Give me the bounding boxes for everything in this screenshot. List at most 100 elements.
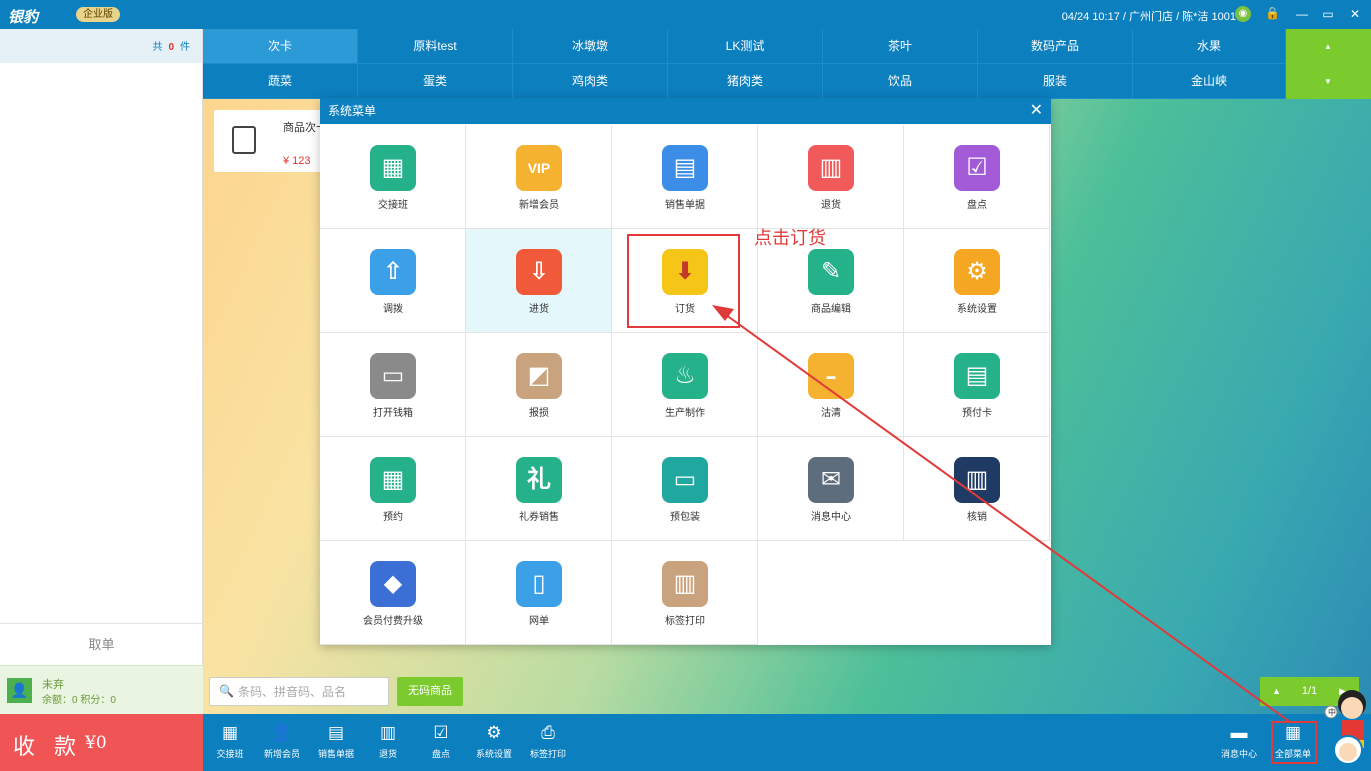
mascot-image: 中: [1324, 690, 1366, 765]
message-icon: ▬: [1230, 723, 1248, 742]
bottom-toolbar: ▦ 交接班 👤 新增会员 ▤ 销售单据 ▥ 退货 ☑ 盘点 ⚙ 系统设置 ⎙ 标签打印 ▬ 消息…: [203, 714, 1371, 771]
dialog-title: 系统菜单: [328, 104, 377, 118]
dialog-header: 系统菜单 ✕: [320, 98, 1051, 124]
category-tab[interactable]: 原料test: [358, 29, 513, 64]
sales-records-icon: ▤: [327, 723, 345, 742]
menu-item-member-upgrade[interactable]: ◆ 会员付费升级: [320, 541, 466, 645]
minimize-button[interactable]: —: [1292, 4, 1312, 24]
category-tab[interactable]: 金山峡: [1133, 64, 1286, 99]
calendar-icon: ▦: [370, 457, 416, 503]
annotation-highlight-box: [627, 234, 740, 328]
pot-icon: ♨: [662, 353, 708, 399]
toolbar-label: 盘点: [431, 749, 450, 759]
checkout-amount: ¥0: [85, 733, 107, 753]
transfer-icon: ⇧: [370, 249, 416, 295]
menu-item-label: 打开钱箱: [373, 408, 413, 419]
category-tab[interactable]: 蛋类: [358, 64, 513, 99]
gift-voucher-icon: 礼: [516, 457, 562, 503]
menu-item-cash-drawer[interactable]: ▭ 打开钱箱: [320, 333, 466, 437]
menu-item-label: 系统设置: [957, 304, 997, 315]
menu-item-label: 核销: [967, 512, 987, 523]
category-tab[interactable]: 蔬菜: [203, 64, 358, 99]
menu-item-reservation[interactable]: ▦ 预约: [320, 437, 466, 541]
shift-icon: ▦: [221, 723, 239, 742]
purchase-icon: ⇩: [516, 249, 562, 295]
cash-drawer-icon: ▭: [370, 353, 416, 399]
toolbar-settings-button[interactable]: ⚙ 系统设置: [468, 723, 520, 760]
category-tab[interactable]: 猪肉类: [668, 64, 823, 99]
toolbar-shift-button[interactable]: ▦ 交接班: [204, 723, 256, 760]
menu-item-new-member[interactable]: VIP 新增会员: [466, 125, 612, 229]
menu-item-sold-out[interactable]: ▬ 沽清: [758, 333, 904, 437]
menu-item-online-order[interactable]: ▯ 网单: [466, 541, 612, 645]
toolbar-add-member-button[interactable]: 👤 新增会员: [256, 723, 308, 760]
menu-item-sales-records[interactable]: ▤ 销售单据: [612, 125, 758, 229]
title-bar: 银豹 企业版 04/24 10:17 / 广州门店 / 陈*洁 1001 ◉ 🔒…: [0, 0, 1371, 29]
menu-item-label: 预包装: [670, 512, 700, 523]
member-balance: 余额：0 积分：0: [42, 695, 116, 706]
close-icon[interactable]: ✕: [1030, 101, 1043, 121]
search-box[interactable]: 🔍: [209, 677, 389, 706]
return-icon: ▥: [379, 723, 397, 742]
no-barcode-button[interactable]: 无码商品: [397, 677, 463, 706]
toolbar-label: 退货: [378, 749, 397, 759]
toolbar-sales-records-button[interactable]: ▤ 销售单据: [310, 723, 362, 760]
close-button[interactable]: ✕: [1345, 4, 1365, 24]
toolbar-return-button[interactable]: ▥ 退货: [362, 723, 414, 760]
stocktake-icon: ☑: [433, 723, 449, 742]
toolbar-label: 新增会员: [263, 749, 300, 759]
toolbar-label-print-button[interactable]: ⎙ 标签打印: [522, 723, 574, 760]
page-indicator: 1/1: [1293, 677, 1326, 706]
product-price: ¥ 123: [283, 155, 311, 167]
clipboard-icon: ☑: [954, 145, 1000, 191]
member-info[interactable]: 👤 未弃 余额：0 积分：0: [0, 665, 203, 714]
category-tab[interactable]: 数码产品: [978, 29, 1133, 64]
menu-item-prepaid-card[interactable]: ▤ 预付卡: [904, 333, 1050, 437]
menu-item-return[interactable]: ▥ 退货: [758, 125, 904, 229]
category-up-button[interactable]: ▲: [1286, 29, 1371, 64]
category-tab[interactable]: 次卡: [203, 29, 358, 64]
category-tab[interactable]: 茶叶: [823, 29, 978, 64]
menu-item-system-settings[interactable]: ⚙ 系统设置: [904, 229, 1050, 333]
cancel-order-button[interactable]: 取单: [0, 623, 203, 665]
search-icon: 🔍: [219, 684, 234, 698]
page-up-button[interactable]: ▲: [1260, 677, 1293, 706]
menu-item-label: 进货: [529, 304, 549, 315]
menu-item-message-center[interactable]: ✉ 消息中心: [758, 437, 904, 541]
category-tab[interactable]: 鸡肉类: [513, 64, 668, 99]
menu-item-gift-voucher[interactable]: 礼礼券销售: [466, 437, 612, 541]
phone-icon: ▯: [516, 561, 562, 607]
menu-item-label: 预付卡: [962, 408, 992, 419]
menu-item-label: 预约: [383, 512, 403, 523]
category-tab[interactable]: 饮品: [823, 64, 978, 99]
category-down-button[interactable]: ▼: [1286, 64, 1371, 99]
menu-item-damage[interactable]: ◩ 报损: [466, 333, 612, 437]
edit-icon: ✎: [808, 249, 854, 295]
checkout-button[interactable]: 收 款 ¥0: [0, 714, 203, 771]
menu-item-redeem[interactable]: ▥ 核销: [904, 437, 1050, 541]
menu-item-shift[interactable]: ▦ 交接班: [320, 125, 466, 229]
shift-icon: ▦: [370, 145, 416, 191]
restore-button[interactable]: ▭: [1318, 4, 1338, 24]
menu-item-label: 销售单据: [665, 200, 705, 211]
toolbar-message-center-button[interactable]: ▬ 消息中心: [1213, 723, 1265, 760]
envelope-icon: ✉: [808, 457, 854, 503]
search-input[interactable]: [238, 683, 383, 701]
lock-icon[interactable]: 🔒: [1265, 6, 1280, 22]
product-card[interactable]: 商品次卡 ¥ 123: [214, 110, 332, 172]
status-text: 04/24 10:17 / 广州门店 / 陈*洁 1001: [1061, 11, 1236, 23]
toolbar-stocktake-button[interactable]: ☑ 盘点: [415, 723, 467, 760]
menu-item-stocktake[interactable]: ☑ 盘点: [904, 125, 1050, 229]
menu-item-purchase[interactable]: ⇩ 进货: [466, 229, 612, 333]
menu-item-label: 消息中心: [811, 512, 851, 523]
menu-item-transfer[interactable]: ⇧ 调拨: [320, 229, 466, 333]
edition-badge: 企业版: [76, 7, 120, 22]
category-tab[interactable]: 水果: [1133, 29, 1286, 64]
menu-item-production[interactable]: ♨ 生产制作: [612, 333, 758, 437]
category-tab[interactable]: 服装: [978, 64, 1133, 99]
menu-item-prepack[interactable]: ▭ 预包装: [612, 437, 758, 541]
category-tab[interactable]: LK测试: [668, 29, 823, 64]
category-tab[interactable]: 冰墩墩: [513, 29, 668, 64]
menu-item-label-print[interactable]: ▥ 标签打印: [612, 541, 758, 645]
printer-icon: ⎙: [541, 723, 555, 742]
